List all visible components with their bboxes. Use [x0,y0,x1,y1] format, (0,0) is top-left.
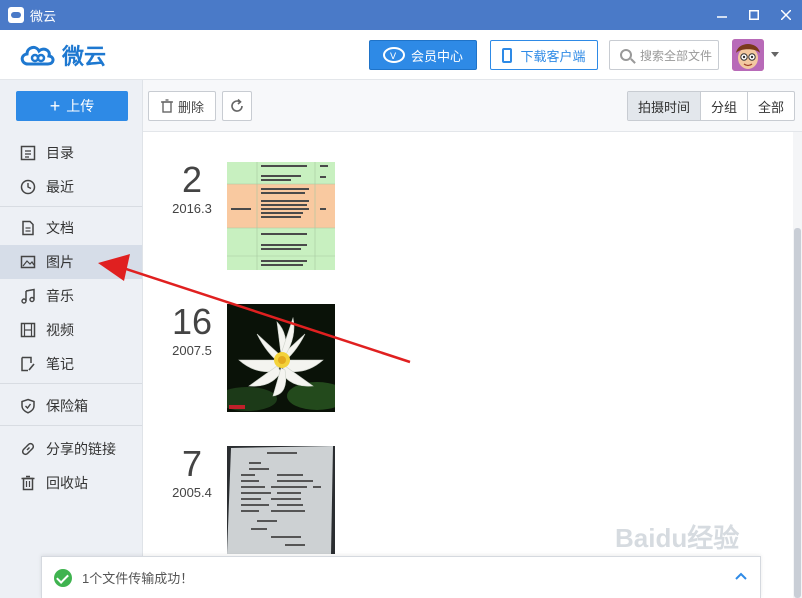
sidebar-item-label: 图片 [46,254,74,270]
download-client-button[interactable]: 下载客户端 [490,40,598,70]
photo-thumbnail[interactable] [227,446,335,554]
catalog-icon [20,145,36,161]
view-switcher: 拍摄时间 分组 全部 [626,91,795,121]
close-icon[interactable] [770,0,802,30]
document-icon [20,220,36,236]
cloud-logo-icon [20,45,55,65]
sidebar-item-label: 分享的链接 [46,441,116,457]
maximize-icon[interactable] [738,0,770,30]
trash-icon [160,99,173,113]
photo-group: 16 2007.5 [143,304,783,424]
sidebar-divider [0,425,142,426]
sidebar-divider [0,206,142,207]
scrollbar-thumb[interactable] [794,228,801,598]
image-icon [20,254,36,270]
sidebar-item-video[interactable]: 视频 [0,313,142,347]
success-check-icon [54,568,72,587]
sidebar-item-images[interactable]: 图片 [0,245,142,279]
photo-group: 7 2005.4 [143,446,783,566]
svg-text:V: V [390,52,397,62]
sidebar-item-label: 视频 [46,322,74,338]
sidebar-item-label: 笔记 [46,356,74,372]
sidebar-divider [0,383,142,384]
sidebar-item-recycle-bin[interactable]: 回收站 [0,466,142,500]
view-all[interactable]: 全部 [746,92,794,120]
title-bar: 微云 [0,0,802,30]
logo-text: 微云 [62,43,107,69]
vip-center-label: 会员中心 [410,48,463,64]
photo-thumbnail[interactable] [227,304,335,412]
sidebar-item-shared-links[interactable]: 分享的链接 [0,432,142,466]
sidebar-item-label: 保险箱 [46,398,88,414]
sidebar: + 上传 目录 最近 文档 图片 音乐 视频 笔记 保险箱 分享的链接 回收站 [0,80,143,598]
refresh-icon [231,98,243,112]
date-day: 7 [181,443,203,484]
sidebar-item-label: 目录 [46,145,74,161]
date-day: 2 [181,159,203,200]
plus-icon: + [49,96,61,116]
download-client-label: 下载客户端 [520,48,586,64]
sidebar-item-notes[interactable]: 笔记 [0,347,142,381]
note-icon [20,356,36,372]
view-by-group[interactable]: 分组 [699,92,747,120]
delete-button[interactable]: 删除 [148,91,216,121]
search-icon [620,49,632,61]
upload-label: 上传 [66,98,95,114]
date-day: 16 [171,301,213,342]
transfer-status-toast: 1个文件传输成功！ [41,556,761,598]
sidebar-item-safe[interactable]: 保险箱 [0,389,142,423]
music-icon [20,288,36,304]
minimize-icon[interactable] [706,0,738,30]
chevron-up-icon[interactable] [734,569,748,583]
sidebar-item-label: 音乐 [46,288,74,304]
toast-message: 1个文件传输成功！ [82,571,194,586]
group-date: 2 2016.3 [153,159,231,217]
sidebar-item-music[interactable]: 音乐 [0,279,142,313]
header: 微云 V 会员中心 下载客户端 搜索全部文件 [0,30,802,80]
logo: 微云 [18,39,106,71]
sidebar-item-recent[interactable]: 最近 [0,170,142,204]
video-icon [20,322,36,338]
vip-center-button[interactable]: V 会员中心 [369,40,477,70]
search-placeholder: 搜索全部文件 [640,48,713,63]
avatar-dropdown-icon[interactable] [771,52,779,57]
search-input[interactable]: 搜索全部文件 [609,40,719,70]
trash-icon [20,475,36,491]
sidebar-item-label: 最近 [46,179,74,195]
delete-label: 删除 [177,99,204,115]
photo-thumbnail[interactable] [227,162,335,270]
window-title: 微云 [30,8,57,24]
date-year-month: 2016.3 [172,201,212,216]
avatar[interactable] [732,39,764,71]
date-year-month: 2005.4 [172,485,212,500]
upload-button[interactable]: + 上传 [16,91,128,121]
window-controls [706,0,802,30]
app-cloud-icon [8,7,24,23]
shield-icon [20,398,36,414]
clock-icon [20,179,36,195]
link-icon [20,441,36,457]
date-year-month: 2007.5 [172,343,212,358]
group-date: 7 2005.4 [153,443,231,501]
photo-timeline: 2 2016.3 16 2007.5 7 2005.4 [143,132,802,598]
sidebar-item-catalog[interactable]: 目录 [0,136,142,170]
vip-icon: V [382,47,405,63]
sidebar-item-documents[interactable]: 文档 [0,211,142,245]
refresh-button[interactable] [222,91,252,121]
photo-group: 2 2016.3 [143,162,783,282]
sidebar-item-label: 文档 [46,220,74,236]
toolbar: 删除 拍摄时间 分组 全部 [143,80,802,132]
view-by-shot-time[interactable]: 拍摄时间 [627,92,700,120]
phone-icon [502,47,513,63]
group-date: 16 2007.5 [153,301,231,359]
sidebar-item-label: 回收站 [46,475,88,491]
